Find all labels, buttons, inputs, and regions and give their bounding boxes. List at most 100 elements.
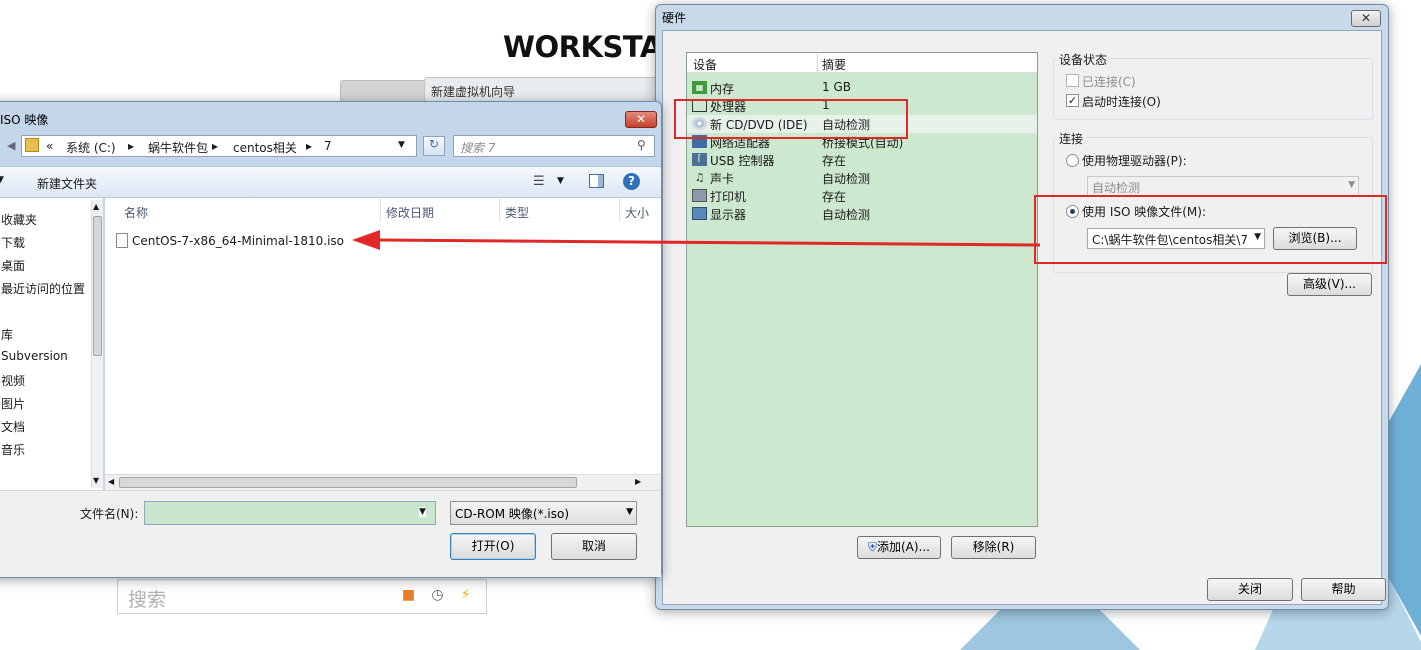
nav-item-music[interactable]: 音乐 xyxy=(1,441,25,458)
dialog-title: 硬件 xyxy=(662,11,687,25)
nav-item-pictures[interactable]: 图片 xyxy=(1,395,25,412)
add-hardware-button[interactable]: ⛨添加(A)... xyxy=(857,536,941,559)
cancel-button[interactable]: 取消 xyxy=(551,533,637,560)
clock-icon[interactable]: ◷ xyxy=(429,587,446,604)
navigation-pane: 收藏夹 下载 桌面 最近访问的位置 库 Subversion 视频 图片 文档 … xyxy=(0,198,103,490)
file-icon xyxy=(116,233,128,248)
advanced-button[interactable]: 高级(V)... xyxy=(1287,273,1372,296)
horizontal-scrollbar[interactable]: ◀ ▶ xyxy=(105,474,661,490)
chevron-down-icon[interactable]: ▼ xyxy=(398,140,405,150)
close-icon[interactable]: ✕ xyxy=(625,111,657,128)
device-summary: 存在 xyxy=(822,154,847,168)
brand-title: WORKSTA xyxy=(503,30,662,64)
device-row-display[interactable]: 显示器 自动检测 xyxy=(687,205,1037,223)
folder-search-input[interactable]: 搜索 7 ⚲ xyxy=(453,135,655,157)
hardware-dialog: 硬件 ✕ 设备 摘要 ▦ 内存 1 GB 处理器 1 新 CD/DVD (IDE… xyxy=(655,4,1389,610)
chevron-down-icon[interactable]: ▼ xyxy=(557,176,564,186)
nav-item-recent[interactable]: 最近访问的位置 xyxy=(1,280,85,297)
nav-item-libraries[interactable]: 库 xyxy=(1,326,13,343)
paint-icon[interactable]: ■ xyxy=(400,587,417,604)
physical-drive-label: 使用物理驱动器(P): xyxy=(1082,154,1187,168)
help-icon[interactable]: ? xyxy=(623,173,640,190)
chevron-left-icon[interactable]: ◀ xyxy=(108,477,114,486)
chevron-right-icon: ▸ xyxy=(128,139,135,153)
breadcrumb-item[interactable]: centos相关 xyxy=(233,139,297,156)
device-row-memory[interactable]: ▦ 内存 1 GB xyxy=(687,79,1037,97)
chevron-right-icon: ▸ xyxy=(212,139,219,153)
column-type[interactable]: 类型 xyxy=(505,204,529,221)
connection-label: 连接 xyxy=(1056,130,1087,147)
physical-drive-select[interactable]: 自动检测 ▼ xyxy=(1087,176,1359,197)
device-row-usb[interactable]: ⌈ USB 控制器 存在 xyxy=(687,151,1037,169)
wizard-tab[interactable]: 新建虚拟机向导 xyxy=(424,77,660,102)
breadcrumb-item[interactable]: 蜗牛软件包 xyxy=(148,139,208,156)
iso-file-dialog: ISO 映像 ✕ ◀ « 系统 (C:) ▸ 蜗牛软件包 ▸ centos相关 … xyxy=(0,101,662,578)
lightning-icon[interactable]: ⚡ xyxy=(457,587,474,604)
search-icon[interactable]: ⚲ xyxy=(637,138,646,152)
column-device[interactable]: 设备 xyxy=(693,56,717,73)
nav-scrollbar[interactable]: ▲ ▼ xyxy=(91,200,103,488)
sound-card-icon: ♫ xyxy=(694,171,705,184)
file-name: CentOS-7-x86_64-Minimal-1810.iso xyxy=(132,234,345,248)
nav-back-icon[interactable]: ◀ xyxy=(7,139,15,152)
add-button-label: 添加(A)... xyxy=(876,540,931,554)
close-button[interactable]: 关闭 xyxy=(1207,578,1293,601)
chevron-down-icon[interactable]: ▼ xyxy=(0,175,4,185)
filename-input[interactable]: ▼ xyxy=(144,501,436,525)
connect-at-poweron-checkbox[interactable]: ✓ xyxy=(1066,94,1079,107)
help-button[interactable]: 帮助 xyxy=(1301,578,1386,601)
device-status-label: 设备状态 xyxy=(1056,51,1111,68)
chevron-right-icon: ▸ xyxy=(306,139,313,153)
nav-item-downloads[interactable]: 下载 xyxy=(1,234,25,251)
device-name: 显示器 xyxy=(710,208,747,222)
device-summary: 1 GB xyxy=(822,80,851,94)
nav-item-subversion[interactable]: Subversion xyxy=(1,349,68,363)
device-row-printer[interactable]: 打印机 存在 xyxy=(687,187,1037,205)
search-placeholder: 搜索 xyxy=(128,589,167,611)
device-list-header: 设备 摘要 xyxy=(687,53,1037,73)
device-summary: 自动检测 xyxy=(822,172,871,186)
refresh-icon[interactable]: ↻ xyxy=(423,136,445,156)
column-summary[interactable]: 摘要 xyxy=(822,56,846,73)
new-folder-button[interactable]: 新建文件夹 xyxy=(37,175,97,192)
memory-icon: ▦ xyxy=(692,81,707,94)
connected-label: 已连接(C) xyxy=(1082,75,1136,89)
connected-checkbox[interactable] xyxy=(1066,74,1079,87)
shield-icon: ⛨ xyxy=(867,540,877,554)
chevron-right-icon[interactable]: ▶ xyxy=(635,477,641,486)
nav-item-desktop[interactable]: 桌面 xyxy=(1,257,25,274)
nav-item-documents[interactable]: 文档 xyxy=(1,418,25,435)
chevron-down-icon[interactable]: ▼ xyxy=(419,507,426,517)
breadcrumb-item[interactable]: 7 xyxy=(324,139,332,153)
filename-label: 文件名(N): xyxy=(80,507,139,521)
device-summary: 自动检测 xyxy=(822,208,871,222)
view-options-icon[interactable]: ☰ xyxy=(533,174,545,189)
preview-pane-icon[interactable] xyxy=(589,174,604,188)
connect-at-poweron-label: 启动时连接(O) xyxy=(1082,95,1161,109)
device-name: 打印机 xyxy=(710,190,747,204)
display-icon xyxy=(692,207,707,220)
column-name[interactable]: 名称 xyxy=(124,204,148,221)
horizontal-scroll-thumb[interactable] xyxy=(119,477,577,488)
column-date-modified[interactable]: 修改日期 xyxy=(386,204,434,221)
device-row-sound[interactable]: ♫ 声卡 自动检测 xyxy=(687,169,1037,187)
physical-drive-value: 自动检测 xyxy=(1092,181,1141,195)
address-bar[interactable]: « 系统 (C:) ▸ 蜗牛软件包 ▸ centos相关 ▸ 7 ▼ xyxy=(21,135,417,157)
remove-hardware-button[interactable]: 移除(R) xyxy=(951,536,1036,559)
background-search-box[interactable]: 搜索 ■ ◷ ⚡ xyxy=(117,579,487,614)
nav-scroll-thumb[interactable] xyxy=(93,216,102,356)
physical-drive-radio[interactable] xyxy=(1066,154,1079,167)
column-size[interactable]: 大小 xyxy=(625,204,649,221)
breadcrumb-overflow[interactable]: « xyxy=(46,139,53,153)
file-type-select[interactable]: CD-ROM 映像(*.iso) ▼ xyxy=(450,501,637,525)
nav-item-favorites[interactable]: 收藏夹 xyxy=(1,211,37,228)
breadcrumb-item[interactable]: 系统 (C:) xyxy=(66,139,116,156)
chevron-down-icon[interactable]: ▼ xyxy=(93,476,99,485)
chevron-up-icon[interactable]: ▲ xyxy=(93,202,99,211)
nav-item-videos[interactable]: 视频 xyxy=(1,372,25,389)
background-tab xyxy=(340,80,426,102)
file-row[interactable]: CentOS-7-x86_64-Minimal-1810.iso xyxy=(111,231,371,251)
open-button[interactable]: 打开(O) xyxy=(450,533,536,560)
folder-icon xyxy=(25,138,39,152)
close-icon[interactable]: ✕ xyxy=(1351,10,1381,27)
